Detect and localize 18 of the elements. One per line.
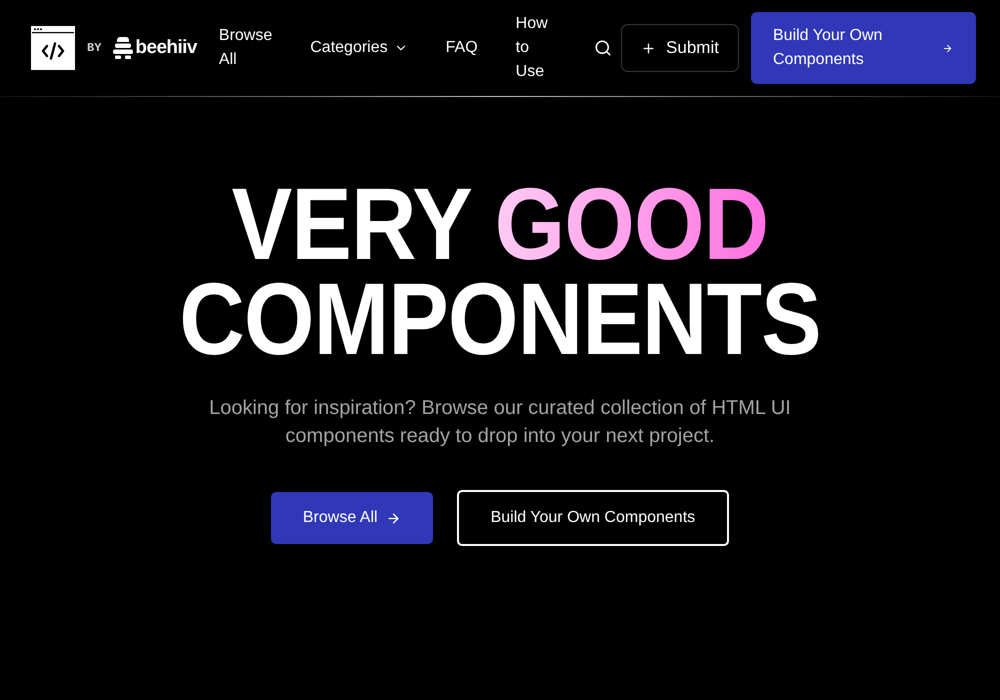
build-components-button[interactable]: Build Your Own Components — [456, 490, 730, 546]
nav-link[interactable]: Browse All — [218, 24, 272, 72]
beehive-icon — [113, 37, 134, 59]
hero-subtitle: Looking for inspiration? Browse our curated collection of HTML UI components ready to drop into your next project. — [208, 396, 792, 449]
plus-icon — [641, 40, 656, 56]
search-icon[interactable] — [594, 39, 612, 57]
nav-link[interactable]: FAQ — [446, 36, 478, 60]
arrow-right-icon — [942, 42, 953, 54]
build-components-button[interactable]: Build Your Own Components — [751, 12, 976, 84]
browse-all-button[interactable]: Browse All — [270, 492, 433, 544]
nav-dropdown[interactable]: Categories — [310, 36, 408, 60]
code-window-logo-icon[interactable] — [31, 26, 75, 70]
submit-button[interactable]: Submit — [621, 24, 739, 72]
partner-wordmark: beehiiv — [135, 36, 197, 60]
arrow-right-icon — [386, 510, 401, 526]
nav-link[interactable]: How to Use — [516, 12, 548, 84]
hero-heading: VERY GOOD COMPONENTS — [178, 177, 822, 367]
by-label: BY — [87, 40, 102, 57]
